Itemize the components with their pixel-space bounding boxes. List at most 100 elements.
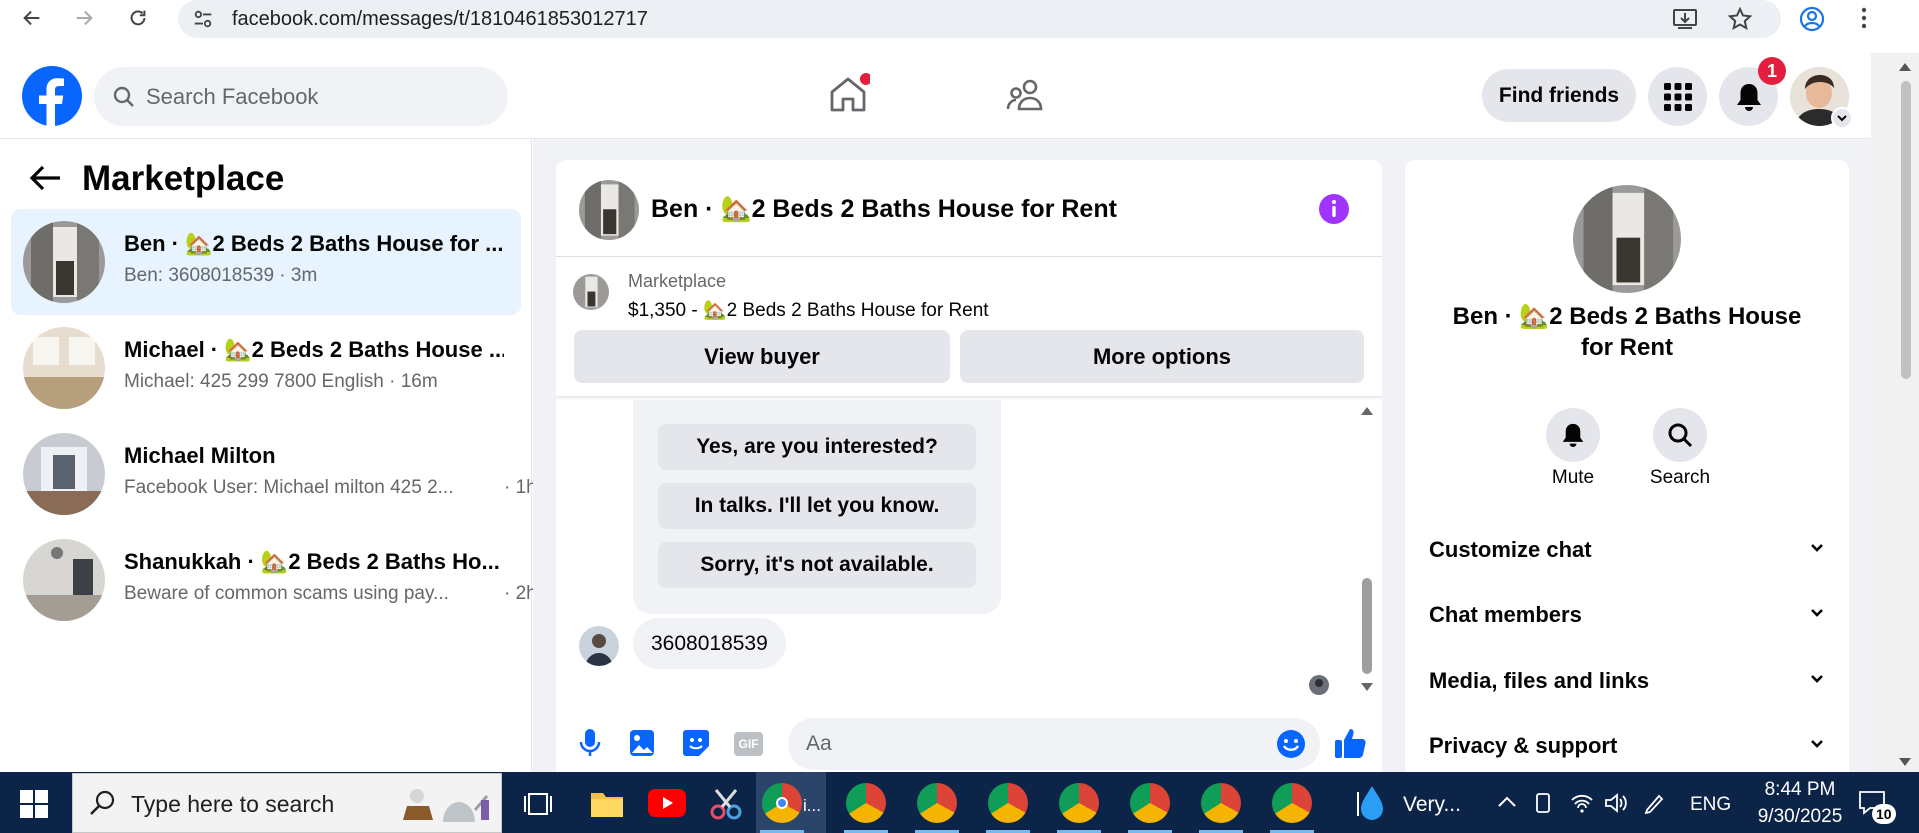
forward-icon[interactable] xyxy=(72,6,96,30)
chrome-profile-icon[interactable] xyxy=(1201,783,1241,823)
mute-button[interactable] xyxy=(1546,408,1600,462)
back-icon[interactable] xyxy=(20,6,44,30)
chevron-down-icon xyxy=(1811,675,1823,683)
snipping-tool-icon[interactable] xyxy=(708,786,744,822)
reload-icon[interactable] xyxy=(126,6,150,30)
section-label: Chat members xyxy=(1429,602,1582,627)
emoji-icon[interactable] xyxy=(1276,729,1306,759)
facebook-logo-icon[interactable] xyxy=(22,66,82,126)
more-options-button[interactable]: More options xyxy=(960,330,1364,383)
section-label: Media, files and links xyxy=(1429,668,1650,693)
chat-avatar[interactable] xyxy=(579,180,639,240)
conversation-preview-text: Facebook User: Michael milton 425 2... xyxy=(124,477,454,498)
chat-window: Ben · 🏡2 Beds 2 Baths House for Rent Mar… xyxy=(556,160,1382,772)
message-text[interactable]: 3608018539 xyxy=(633,618,786,669)
section-label: Customize chat xyxy=(1429,537,1592,562)
quick-reply-button[interactable]: Sorry, it's not available. xyxy=(658,542,976,588)
install-app-icon[interactable] xyxy=(1672,7,1698,31)
customize-chat-section[interactable]: Customize chat xyxy=(1429,530,1825,570)
chevron-up-icon[interactable] xyxy=(1497,794,1517,810)
bookmark-star-icon[interactable] xyxy=(1728,7,1752,31)
chrome-profile-icon[interactable] xyxy=(988,783,1028,823)
sticker-icon[interactable] xyxy=(682,729,710,757)
find-friends-button[interactable]: Find friends xyxy=(1482,69,1636,122)
volume-icon[interactable] xyxy=(1604,792,1628,814)
device-icon[interactable] xyxy=(1533,792,1553,814)
pen-icon[interactable] xyxy=(1643,792,1665,814)
address-bar[interactable]: facebook.com/messages/t/1810461853012717 xyxy=(178,0,1781,38)
search-in-chat-button[interactable] xyxy=(1653,408,1707,462)
notification-badge: 1 xyxy=(1758,57,1786,85)
like-thumbs-up-icon[interactable] xyxy=(1333,726,1367,760)
weather-label[interactable]: Very... xyxy=(1403,793,1461,817)
scroll-down-icon[interactable] xyxy=(1361,683,1373,691)
chrome-profile-icon[interactable] xyxy=(846,783,886,823)
profile-title: Ben · 🏡2 Beds 2 Baths House for Rent xyxy=(1452,303,1802,361)
chat-members-section[interactable]: Chat members xyxy=(1429,595,1825,635)
search-placeholder: Search Facebook xyxy=(146,84,319,109)
conversation-item[interactable]: Michael Milton Facebook User: Michael mi… xyxy=(11,421,537,527)
privacy-support-section[interactable]: Privacy & support xyxy=(1429,726,1825,766)
chevron-down-icon xyxy=(1811,609,1823,617)
windows-start-icon[interactable] xyxy=(20,790,48,818)
info-icon[interactable] xyxy=(1318,193,1350,225)
conversation-preview: Beware of common scams using pay... · 2h xyxy=(124,583,537,605)
site-settings-icon[interactable] xyxy=(192,8,214,30)
media-files-links-section[interactable]: Media, files and links xyxy=(1429,661,1825,701)
chrome-profile-icon[interactable] xyxy=(917,783,957,823)
menu-button[interactable] xyxy=(1648,67,1707,126)
search-icon xyxy=(112,85,136,109)
avatar xyxy=(23,327,105,409)
taskbar-search-box[interactable]: Type here to search xyxy=(72,773,502,833)
friends-icon[interactable] xyxy=(1005,76,1045,116)
home-icon[interactable] xyxy=(826,72,870,116)
scroll-up-icon[interactable] xyxy=(1361,407,1373,415)
listing-title[interactable]: $1,350 - 🏡2 Beds 2 Baths House for Rent xyxy=(628,298,989,322)
profile-icon[interactable] xyxy=(1798,5,1826,33)
panel-title: Marketplace xyxy=(82,159,285,198)
sender-avatar[interactable] xyxy=(579,626,619,666)
bell-icon xyxy=(1562,423,1584,447)
microphone-icon[interactable] xyxy=(578,728,602,758)
listing-thumbnail[interactable] xyxy=(573,274,609,310)
chrome-center-dot xyxy=(776,797,788,809)
url-text[interactable]: facebook.com/messages/t/1810461853012717 xyxy=(232,8,648,31)
conversation-name: Ben · 🏡2 Beds 2 Baths House for ... xyxy=(124,231,504,256)
divider xyxy=(556,256,1382,257)
profile-avatar[interactable] xyxy=(1573,185,1681,293)
taskbar-search-placeholder: Type here to search xyxy=(131,791,335,817)
search-facebook-input[interactable]: Search Facebook xyxy=(94,67,508,126)
wifi-icon[interactable] xyxy=(1570,792,1594,814)
chrome-profile-icon[interactable] xyxy=(1130,783,1170,823)
browser-menu-icon[interactable] xyxy=(1852,6,1876,30)
conversation-item[interactable]: Shanukkah · 🏡2 Beds 2 Baths Ho... Beware… xyxy=(11,527,537,633)
message-composer-input[interactable]: Aa xyxy=(788,718,1320,770)
clock-time[interactable]: 8:44 PM xyxy=(1752,779,1848,801)
quick-reply-button[interactable]: In talks. I'll let you know. xyxy=(658,483,976,529)
photo-icon[interactable] xyxy=(629,729,655,757)
youtube-icon[interactable] xyxy=(648,789,686,817)
quick-reply-button[interactable]: Yes, are you interested? xyxy=(658,424,976,470)
chat-scrollbar-thumb[interactable] xyxy=(1362,578,1372,674)
conversation-item[interactable]: Michael · 🏡2 Beds 2 Baths House ... Mich… xyxy=(11,315,521,421)
file-explorer-icon[interactable] xyxy=(590,788,624,818)
chrome-profile-icon[interactable] xyxy=(1059,783,1099,823)
weather-icon[interactable] xyxy=(1352,784,1388,822)
chat-title[interactable]: Ben · 🏡2 Beds 2 Baths House for Rent xyxy=(651,195,1117,224)
conversation-preview-text: Beware of common scams using pay... xyxy=(124,583,449,604)
conversation-item[interactable]: Ben · 🏡2 Beds 2 Baths House for ... Ben:… xyxy=(11,209,521,315)
page-scrollbar[interactable] xyxy=(1871,53,1919,772)
back-arrow-icon[interactable] xyxy=(28,163,62,193)
scrollbar-thumb[interactable] xyxy=(1901,81,1911,379)
chrome-profile-icon[interactable] xyxy=(1272,783,1312,823)
mute-label: Mute xyxy=(1551,467,1595,488)
account-chevron-down-icon[interactable] xyxy=(1831,107,1853,129)
clock-date[interactable]: 9/30/2025 xyxy=(1742,806,1858,828)
conversation-name: Michael Milton xyxy=(124,443,276,468)
language-indicator[interactable]: ENG xyxy=(1690,794,1731,816)
listing-source: Marketplace xyxy=(628,271,727,291)
task-view-icon[interactable] xyxy=(523,790,553,818)
gif-icon[interactable]: GIF xyxy=(734,732,763,756)
conversation-name: Michael · 🏡2 Beds 2 Baths House ... xyxy=(124,337,504,362)
view-buyer-button[interactable]: View buyer xyxy=(574,330,950,383)
